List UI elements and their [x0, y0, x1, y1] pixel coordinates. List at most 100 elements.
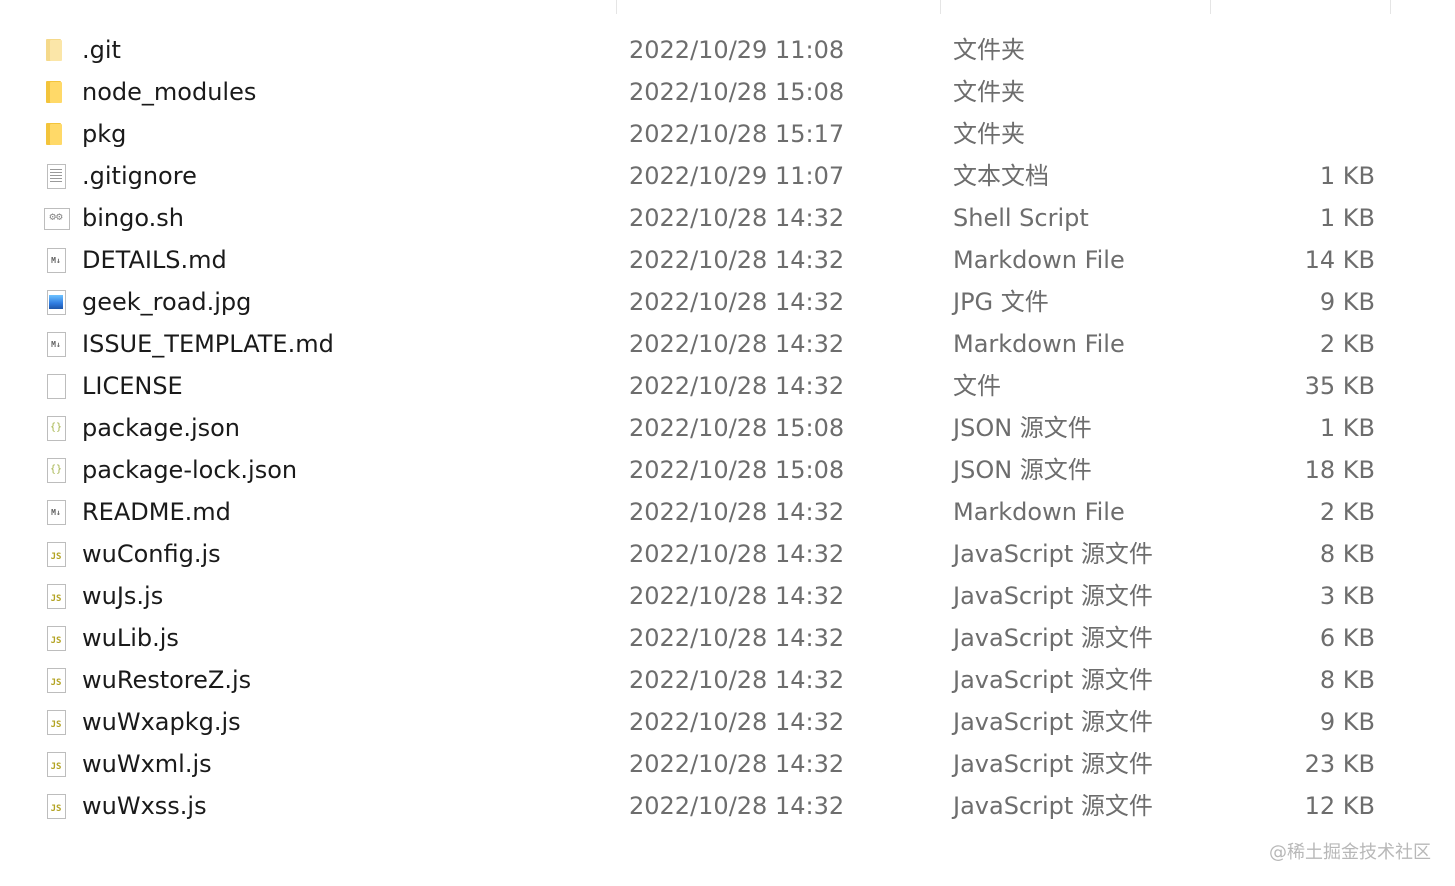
- date-modified: 2022/10/29 11:08: [629, 36, 845, 64]
- blank-file-icon: [44, 374, 68, 399]
- file-name: bingo.sh: [82, 204, 184, 232]
- file-row[interactable]: JS wuJs.js 2022/10/28 14:32 JavaScript 源文件 3…: [0, 575, 1455, 617]
- text-file-icon: [44, 164, 68, 189]
- date-modified: 2022/10/28 14:32: [629, 204, 845, 232]
- file-size: 2 KB: [1319, 330, 1375, 358]
- file-name: .git: [82, 36, 121, 64]
- file-size: 9 KB: [1319, 288, 1375, 316]
- file-name: wuLib.js: [82, 624, 179, 652]
- file-size: 12 KB: [1304, 792, 1375, 820]
- file-size: 14 KB: [1304, 246, 1375, 274]
- file-type: 文件: [953, 372, 1001, 400]
- file-type: JavaScript 源文件: [953, 624, 1153, 652]
- file-name: wuJs.js: [82, 582, 164, 610]
- file-row[interactable]: .gitignore 2022/10/29 11:07 文本文档 1 KB: [0, 155, 1455, 197]
- file-row[interactable]: {} package.json 2022/10/28 15:08 JSON 源文件 1 …: [0, 407, 1455, 449]
- js-file-icon: JS: [44, 626, 68, 651]
- markdown-file-icon: M↓: [44, 332, 68, 357]
- file-row[interactable]: JS wuWxml.js 2022/10/28 14:32 JavaScript 源文…: [0, 743, 1455, 785]
- file-row[interactable]: {} package-lock.json 2022/10/28 15:08 JSON …: [0, 449, 1455, 491]
- file-row[interactable]: JS wuWxss.js 2022/10/28 14:32 JavaScript 源文…: [0, 785, 1455, 827]
- file-name: wuConfig.js: [82, 540, 221, 568]
- file-name: README.md: [82, 498, 231, 526]
- js-file-icon: JS: [44, 668, 68, 693]
- file-row[interactable]: ⚙⚙ bingo.sh 2022/10/28 14:32 Shell Script 1 …: [0, 197, 1455, 239]
- date-modified: 2022/10/28 14:32: [629, 372, 845, 400]
- file-size: 9 KB: [1319, 708, 1375, 736]
- file-type: JavaScript 源文件: [953, 582, 1153, 610]
- date-modified: 2022/10/29 11:07: [629, 162, 845, 190]
- column-separator[interactable]: [1390, 0, 1391, 14]
- file-row[interactable]: JS wuLib.js 2022/10/28 14:32 JavaScript 源文件…: [0, 617, 1455, 659]
- file-list: .git 2022/10/29 11:08 文件夹 node_modules 2022/…: [0, 29, 1455, 827]
- date-modified: 2022/10/28 15:08: [629, 78, 845, 106]
- file-type: JavaScript 源文件: [953, 666, 1153, 694]
- date-modified: 2022/10/28 14:32: [629, 498, 845, 526]
- date-modified: 2022/10/28 14:32: [629, 666, 845, 694]
- date-modified: 2022/10/28 14:32: [629, 246, 845, 274]
- markdown-file-icon: M↓: [44, 248, 68, 273]
- file-name: geek_road.jpg: [82, 288, 252, 316]
- js-file-icon: JS: [44, 584, 68, 609]
- file-type: 文本文档: [953, 162, 1049, 190]
- watermark: @稀土掘金技术社区: [1269, 842, 1431, 863]
- file-name: wuRestoreZ.js: [82, 666, 252, 694]
- file-size: 2 KB: [1319, 498, 1375, 526]
- file-row[interactable]: JS wuConfig.js 2022/10/28 14:32 JavaScript …: [0, 533, 1455, 575]
- folder-icon: [44, 80, 68, 104]
- date-modified: 2022/10/28 14:32: [629, 540, 845, 568]
- file-size: 8 KB: [1319, 540, 1375, 568]
- column-separator[interactable]: [616, 0, 617, 14]
- column-separator[interactable]: [1210, 0, 1211, 14]
- date-modified: 2022/10/28 15:08: [629, 414, 845, 442]
- file-row[interactable]: LICENSE 2022/10/28 14:32 文件 35 KB: [0, 365, 1455, 407]
- file-size: 3 KB: [1319, 582, 1375, 610]
- file-name: package.json: [82, 414, 241, 442]
- file-name: .gitignore: [82, 162, 197, 190]
- file-type: Markdown File: [953, 246, 1125, 274]
- file-type: JPG 文件: [953, 288, 1049, 316]
- file-row[interactable]: .git 2022/10/29 11:08 文件夹: [0, 29, 1455, 71]
- json-file-icon: {}: [44, 416, 68, 441]
- column-separator[interactable]: [940, 0, 941, 14]
- date-modified: 2022/10/28 14:32: [629, 330, 845, 358]
- date-modified: 2022/10/28 14:32: [629, 288, 845, 316]
- file-size: 18 KB: [1304, 456, 1375, 484]
- file-size: 8 KB: [1319, 666, 1375, 694]
- file-name: wuWxml.js: [82, 750, 212, 778]
- file-type: Shell Script: [953, 204, 1089, 232]
- file-row[interactable]: JS wuRestoreZ.js 2022/10/28 14:32 JavaScrip…: [0, 659, 1455, 701]
- file-type: JavaScript 源文件: [953, 792, 1153, 820]
- file-name: ISSUE_TEMPLATE.md: [82, 330, 334, 358]
- date-modified: 2022/10/28 14:32: [629, 792, 845, 820]
- js-file-icon: JS: [44, 542, 68, 567]
- file-type: JavaScript 源文件: [953, 708, 1153, 736]
- file-row[interactable]: M↓ ISSUE_TEMPLATE.md 2022/10/28 14:32 Markd…: [0, 323, 1455, 365]
- folder-icon: [44, 122, 68, 146]
- file-type: 文件夹: [953, 36, 1025, 64]
- js-file-icon: JS: [44, 794, 68, 819]
- file-type: Markdown File: [953, 330, 1125, 358]
- file-row[interactable]: node_modules 2022/10/28 15:08 文件夹: [0, 71, 1455, 113]
- markdown-file-icon: M↓: [44, 500, 68, 525]
- file-name: wuWxapkg.js: [82, 708, 241, 736]
- file-size: 1 KB: [1319, 414, 1375, 442]
- date-modified: 2022/10/28 14:32: [629, 750, 845, 778]
- file-row[interactable]: JS wuWxapkg.js 2022/10/28 14:32 JavaScript …: [0, 701, 1455, 743]
- file-name: wuWxss.js: [82, 792, 207, 820]
- file-type: 文件夹: [953, 78, 1025, 106]
- file-type: JSON 源文件: [953, 456, 1092, 484]
- file-row[interactable]: geek_road.jpg 2022/10/28 14:32 JPG 文件 9 KB: [0, 281, 1455, 323]
- file-name: package-lock.json: [82, 456, 298, 484]
- file-name: pkg: [82, 120, 127, 148]
- file-type: Markdown File: [953, 498, 1125, 526]
- date-modified: 2022/10/28 15:08: [629, 456, 845, 484]
- file-row[interactable]: M↓ README.md 2022/10/28 14:32 Markdown File…: [0, 491, 1455, 533]
- file-row[interactable]: pkg 2022/10/28 15:17 文件夹: [0, 113, 1455, 155]
- file-type: JavaScript 源文件: [953, 750, 1153, 778]
- file-row[interactable]: M↓ DETAILS.md 2022/10/28 14:32 Markdown Fil…: [0, 239, 1455, 281]
- image-file-icon: [44, 290, 68, 315]
- file-size: 1 KB: [1319, 204, 1375, 232]
- folder-icon: [44, 38, 68, 62]
- date-modified: 2022/10/28 14:32: [629, 708, 845, 736]
